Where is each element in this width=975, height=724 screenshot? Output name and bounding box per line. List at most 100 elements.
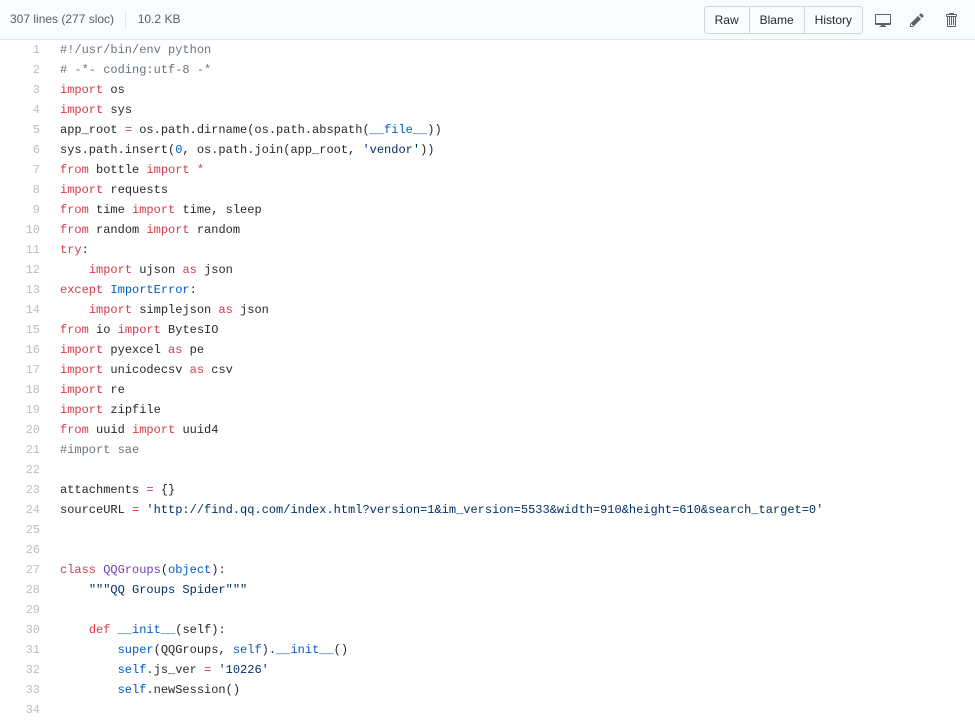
code-content[interactable]: import zipfile [50,400,975,420]
action-button-group: Raw Blame History [704,6,863,34]
code-content[interactable] [50,700,975,720]
line-number[interactable]: 33 [0,680,50,700]
line-number[interactable]: 2 [0,60,50,80]
code-line: 20from uuid import uuid4 [0,420,975,440]
code-line: 9from time import time, sleep [0,200,975,220]
line-number[interactable]: 26 [0,540,50,560]
line-number[interactable]: 22 [0,460,50,480]
code-content[interactable]: def __init__(self): [50,620,975,640]
blame-button[interactable]: Blame [749,6,805,34]
line-number[interactable]: 16 [0,340,50,360]
code-content[interactable]: import re [50,380,975,400]
line-number[interactable]: 25 [0,520,50,540]
code-content[interactable]: """QQ Groups Spider""" [50,580,975,600]
file-header: 307 lines (277 sloc) 10.2 KB Raw Blame H… [0,0,975,40]
code-content[interactable]: self.newSession() [50,680,975,700]
line-number[interactable]: 21 [0,440,50,460]
code-line: 14 import simplejson as json [0,300,975,320]
history-button[interactable]: History [804,6,863,34]
code-line: 22 [0,460,975,480]
code-line: 5app_root = os.path.dirname(os.path.absp… [0,120,975,140]
line-number[interactable]: 13 [0,280,50,300]
code-line: 32 self.js_ver = '10226' [0,660,975,680]
code-content[interactable] [50,460,975,480]
code-content[interactable]: from random import random [50,220,975,240]
line-number[interactable]: 8 [0,180,50,200]
line-number[interactable]: 19 [0,400,50,420]
line-number[interactable]: 20 [0,420,50,440]
code-content[interactable]: app_root = os.path.dirname(os.path.abspa… [50,120,975,140]
lines-count: 307 lines (277 sloc) [10,12,114,26]
file-size: 10.2 KB [138,12,181,26]
line-number[interactable]: 11 [0,240,50,260]
line-number[interactable]: 31 [0,640,50,660]
code-content[interactable]: import unicodecsv as csv [50,360,975,380]
line-number[interactable]: 28 [0,580,50,600]
line-number[interactable]: 4 [0,100,50,120]
code-content[interactable]: from time import time, sleep [50,200,975,220]
code-content[interactable]: #import sae [50,440,975,460]
line-number[interactable]: 1 [0,40,50,60]
code-content[interactable]: except ImportError: [50,280,975,300]
line-number[interactable]: 7 [0,160,50,180]
code-content[interactable]: import os [50,80,975,100]
code-line: 26 [0,540,975,560]
code-content[interactable] [50,540,975,560]
code-line: 15from io import BytesIO [0,320,975,340]
delete-icon[interactable] [937,6,965,34]
code-content[interactable]: import requests [50,180,975,200]
line-number[interactable]: 15 [0,320,50,340]
line-number[interactable]: 18 [0,380,50,400]
code-line: 11try: [0,240,975,260]
line-number[interactable]: 5 [0,120,50,140]
line-number[interactable]: 24 [0,500,50,520]
line-number[interactable]: 14 [0,300,50,320]
code-content[interactable]: sourceURL = 'http://find.qq.com/index.ht… [50,500,975,520]
code-content[interactable]: import pyexcel as pe [50,340,975,360]
line-number[interactable]: 34 [0,700,50,720]
code-content[interactable]: attachments = {} [50,480,975,500]
code-content[interactable]: #!/usr/bin/env python [50,40,975,60]
line-number[interactable]: 9 [0,200,50,220]
desktop-icon[interactable] [869,6,897,34]
line-number[interactable]: 12 [0,260,50,280]
line-number[interactable]: 10 [0,220,50,240]
code-content[interactable]: import sys [50,100,975,120]
code-line: 19import zipfile [0,400,975,420]
line-number[interactable]: 32 [0,660,50,680]
line-number[interactable]: 23 [0,480,50,500]
code-line: 24sourceURL = 'http://find.qq.com/index.… [0,500,975,520]
edit-icon[interactable] [903,6,931,34]
code-line: 8import requests [0,180,975,200]
code-line: 28 """QQ Groups Spider""" [0,580,975,600]
line-number[interactable]: 29 [0,600,50,620]
code-content[interactable]: from bottle import * [50,160,975,180]
code-content[interactable]: import ujson as json [50,260,975,280]
code-line: 33 self.newSession() [0,680,975,700]
line-number[interactable]: 17 [0,360,50,380]
code-area: 1#!/usr/bin/env python 2# -*- coding:utf… [0,40,975,720]
code-line: 4import sys [0,100,975,120]
code-content[interactable]: super(QQGroups, self).__init__() [50,640,975,660]
code-content[interactable]: # -*- coding:utf-8 -* [50,60,975,80]
line-number[interactable]: 30 [0,620,50,640]
code-line: 31 super(QQGroups, self).__init__() [0,640,975,660]
code-content[interactable]: class QQGroups(object): [50,560,975,580]
code-content[interactable] [50,600,975,620]
line-number[interactable]: 27 [0,560,50,580]
code-content[interactable]: try: [50,240,975,260]
code-line: 18import re [0,380,975,400]
code-line: 2# -*- coding:utf-8 -* [0,60,975,80]
code-content[interactable]: self.js_ver = '10226' [50,660,975,680]
code-content[interactable]: sys.path.insert(0, os.path.join(app_root… [50,140,975,160]
code-line: 6sys.path.insert(0, os.path.join(app_roo… [0,140,975,160]
code-content[interactable]: from uuid import uuid4 [50,420,975,440]
file-actions: Raw Blame History [704,6,965,34]
line-number[interactable]: 3 [0,80,50,100]
code-line: 25 [0,520,975,540]
code-content[interactable]: from io import BytesIO [50,320,975,340]
raw-button[interactable]: Raw [704,6,750,34]
code-content[interactable] [50,520,975,540]
line-number[interactable]: 6 [0,140,50,160]
code-content[interactable]: import simplejson as json [50,300,975,320]
